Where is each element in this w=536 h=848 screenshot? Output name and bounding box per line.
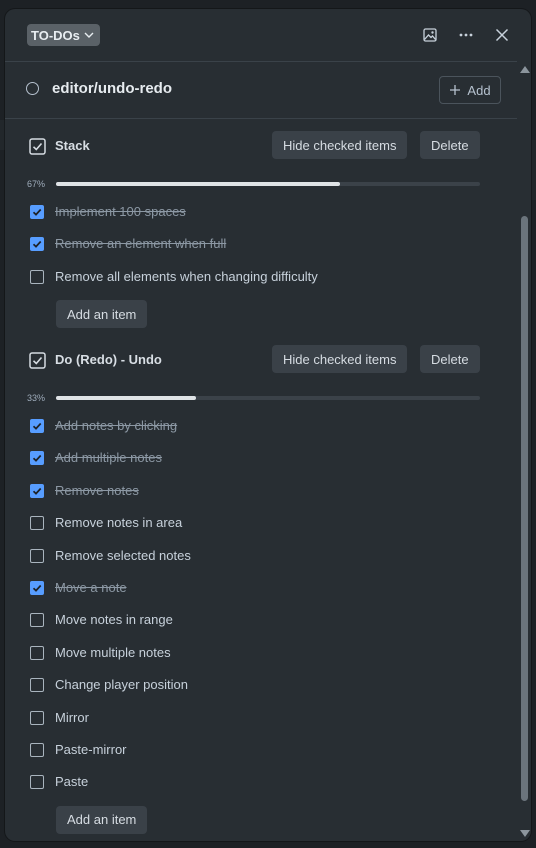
- checklist-item[interactable]: Remove notes: [5, 476, 517, 506]
- item-checkbox[interactable]: [30, 419, 44, 433]
- checklist-item[interactable]: Remove notes in area: [5, 508, 517, 538]
- item-text[interactable]: Move notes in range: [55, 612, 173, 627]
- item-text[interactable]: Remove an element when full: [55, 236, 226, 251]
- item-checkbox[interactable]: [30, 237, 44, 252]
- image-button[interactable]: [420, 25, 440, 45]
- item-text[interactable]: Remove notes in area: [55, 515, 182, 530]
- checklist-item[interactable]: Move a note: [5, 573, 517, 603]
- progress-fill: [56, 396, 196, 400]
- progress-track: [56, 182, 480, 186]
- card-title: editor/undo-redo: [52, 80, 172, 97]
- item-text[interactable]: Add notes by clicking: [55, 418, 177, 433]
- check-icon: [32, 487, 42, 495]
- item-text[interactable]: Remove selected notes: [55, 548, 191, 563]
- item-checkbox[interactable]: [30, 269, 44, 284]
- delete-checklist-button[interactable]: Delete: [420, 131, 480, 159]
- close-button[interactable]: [492, 25, 512, 45]
- checklist-header: Stack Hide checked items Delete: [5, 131, 517, 161]
- progress-percent: 67%: [27, 179, 46, 189]
- item-checkbox[interactable]: [30, 548, 44, 563]
- checklist-item[interactable]: Move multiple notes: [5, 638, 517, 668]
- item-text[interactable]: Paste: [55, 774, 88, 789]
- item-checkbox[interactable]: [30, 678, 44, 693]
- add-item-button[interactable]: Add an item: [56, 805, 148, 834]
- check-icon: [32, 208, 42, 216]
- scrollbar-thumb[interactable]: [521, 216, 528, 801]
- checklist-item[interactable]: Mirror: [5, 703, 517, 733]
- item-text[interactable]: Change player position: [55, 677, 188, 692]
- checklist-item[interactable]: Remove an element when full: [5, 229, 517, 259]
- checklist-item[interactable]: Remove all elements when changing diffic…: [5, 262, 517, 292]
- progress-percent: 33%: [27, 393, 46, 403]
- list-tag-label: TO-DOs: [31, 27, 80, 43]
- chevron-down-icon: [84, 32, 94, 38]
- card-modal: TO-DOs editor/undo-redo Add Stack Hide c…: [5, 9, 531, 841]
- checklist-title: Do (Redo) - Undo: [55, 352, 162, 367]
- checklist-progress: 33%: [5, 391, 517, 405]
- item-checkbox[interactable]: [30, 710, 44, 725]
- scrollbar[interactable]: [518, 62, 531, 841]
- item-checkbox[interactable]: [30, 613, 44, 628]
- item-text[interactable]: Move multiple notes: [55, 645, 171, 660]
- item-text[interactable]: Remove all elements when changing diffic…: [55, 269, 318, 284]
- check-icon: [32, 584, 42, 592]
- checklist-item[interactable]: Remove selected notes: [5, 541, 517, 571]
- checklist-item[interactable]: Add notes by clicking: [5, 411, 517, 441]
- checklist-item[interactable]: Move notes in range: [5, 605, 517, 635]
- item-checkbox[interactable]: [30, 205, 44, 219]
- card-title-row: editor/undo-redo Add: [5, 62, 517, 118]
- complete-toggle[interactable]: [26, 82, 39, 95]
- checklist-header: Do (Redo) - Undo Hide checked items Delete: [5, 345, 517, 375]
- checklist-icon: [29, 138, 46, 155]
- modal-header: TO-DOs: [5, 9, 531, 61]
- scroll-down-arrow[interactable]: [520, 830, 530, 837]
- hide-checked-button[interactable]: Hide checked items: [272, 131, 408, 159]
- checklist-item[interactable]: Paste-mirror: [5, 735, 517, 765]
- item-checkbox[interactable]: [30, 451, 44, 466]
- checklist-title: Stack: [55, 138, 90, 153]
- item-text[interactable]: Mirror: [55, 710, 89, 725]
- scroll-up-arrow[interactable]: [520, 66, 530, 73]
- checklist-item[interactable]: Implement 100 spaces: [5, 197, 517, 227]
- item-checkbox[interactable]: [30, 743, 44, 757]
- checklist-item[interactable]: Change player position: [5, 670, 517, 700]
- card-body[interactable]: Stack Hide checked items Delete 67% Implemen…: [5, 119, 517, 841]
- check-icon: [32, 455, 42, 463]
- item-text[interactable]: Add multiple notes: [55, 450, 162, 465]
- check-icon: [32, 422, 42, 430]
- item-checkbox[interactable]: [30, 516, 44, 531]
- item-checkbox[interactable]: [30, 483, 44, 498]
- item-checkbox[interactable]: [30, 645, 44, 660]
- progress-track: [56, 396, 480, 400]
- hide-checked-button[interactable]: Hide checked items: [272, 345, 408, 373]
- checklist-item[interactable]: Add multiple notes: [5, 443, 517, 473]
- item-text[interactable]: Paste-mirror: [55, 742, 127, 757]
- item-checkbox[interactable]: [30, 775, 44, 790]
- item-text[interactable]: Remove notes: [55, 483, 139, 498]
- more-button[interactable]: [456, 25, 476, 45]
- progress-fill: [56, 182, 341, 186]
- list-tag-button[interactable]: TO-DOs: [27, 24, 100, 46]
- add-button[interactable]: Add: [439, 76, 501, 104]
- checklist-item[interactable]: Paste: [5, 767, 517, 797]
- item-checkbox[interactable]: [30, 581, 44, 595]
- checklist-icon: [29, 352, 46, 369]
- checklist-progress: 67%: [5, 177, 517, 191]
- check-icon: [32, 241, 42, 249]
- image-icon: [423, 28, 437, 42]
- add-item-button[interactable]: Add an item: [56, 300, 148, 329]
- add-button-label: Add: [467, 82, 491, 98]
- more-icon: [459, 33, 473, 37]
- plus-icon: [450, 85, 461, 95]
- item-text[interactable]: Implement 100 spaces: [55, 204, 186, 219]
- delete-checklist-button[interactable]: Delete: [420, 345, 480, 373]
- item-text[interactable]: Move a note: [55, 580, 127, 595]
- close-icon: [495, 28, 509, 42]
